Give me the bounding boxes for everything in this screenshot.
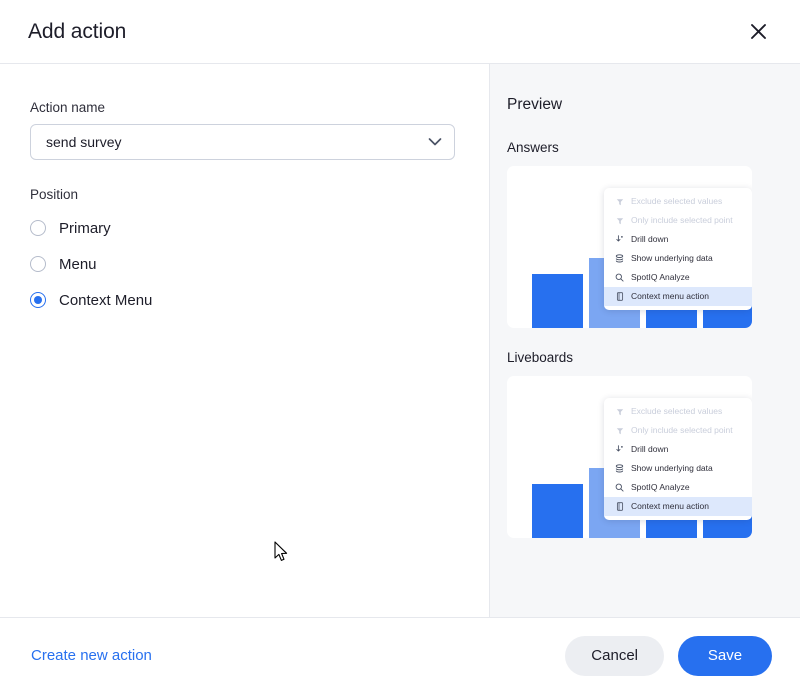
- preview-title: Preview: [507, 96, 800, 114]
- form-panel: Action name Position Primary Menu: [0, 64, 490, 617]
- footer-actions: Cancel Save: [565, 636, 772, 676]
- context-menu-item[interactable]: Show underlying data: [604, 459, 752, 478]
- preview-card-liveboards: Exclude selected values Only include sel…: [507, 376, 752, 538]
- radio-icon: [30, 220, 46, 236]
- filter-icon: [613, 198, 626, 206]
- context-menu-item[interactable]: Exclude selected values: [604, 402, 752, 421]
- drill-down-icon: [613, 235, 626, 244]
- context-menu-item[interactable]: Only include selected point: [604, 211, 752, 230]
- drill-down-icon: [613, 445, 626, 454]
- context-menu-item[interactable]: Exclude selected values: [604, 192, 752, 211]
- radio-option-menu[interactable]: Menu: [30, 249, 459, 279]
- radio-label: Context Menu: [59, 292, 152, 309]
- context-menu-item[interactable]: Drill down: [604, 230, 752, 249]
- context-menu-label: Show underlying data: [631, 254, 713, 263]
- context-menu-item[interactable]: SpotIQ Analyze: [604, 268, 752, 287]
- context-menu-item-active[interactable]: Context menu action: [604, 287, 752, 306]
- action-name-select[interactable]: [30, 124, 455, 160]
- position-group: Position Primary Menu Context Menu: [30, 187, 459, 315]
- close-icon: [750, 23, 767, 40]
- preview-section-label: Answers: [507, 140, 800, 155]
- page-title: Add action: [28, 20, 126, 44]
- document-icon: [613, 502, 626, 511]
- filter-icon: [613, 217, 626, 225]
- document-icon: [613, 292, 626, 301]
- filter-icon: [613, 408, 626, 416]
- radio-label: Primary: [59, 220, 111, 237]
- search-icon: [613, 273, 626, 282]
- context-menu-label: Drill down: [631, 445, 668, 454]
- context-menu-label: SpotIQ Analyze: [631, 273, 690, 282]
- radio-option-context-menu[interactable]: Context Menu: [30, 285, 459, 315]
- save-button[interactable]: Save: [678, 636, 772, 676]
- create-new-action-link[interactable]: Create new action: [31, 647, 152, 664]
- action-name-input[interactable]: [30, 124, 455, 160]
- preview-section-answers: Answers Exclude selected values: [507, 140, 800, 328]
- preview-section-label: Liveboards: [507, 350, 800, 365]
- context-menu-label: Only include selected point: [631, 426, 733, 435]
- context-menu-item-active[interactable]: Context menu action: [604, 497, 752, 516]
- chart-bar: [532, 484, 583, 538]
- context-menu-label: Exclude selected values: [631, 407, 722, 416]
- radio-label: Menu: [59, 256, 97, 273]
- context-menu-label: Exclude selected values: [631, 197, 722, 206]
- radio-icon-selected: [30, 292, 46, 308]
- context-menu-item[interactable]: Drill down: [604, 440, 752, 459]
- search-icon: [613, 483, 626, 492]
- preview-section-liveboards: Liveboards Exclude selected valu: [507, 350, 800, 538]
- context-menu: Exclude selected values Only include sel…: [604, 188, 752, 310]
- context-menu-item[interactable]: SpotIQ Analyze: [604, 478, 752, 497]
- action-name-label: Action name: [30, 100, 459, 115]
- dialog-header: Add action: [0, 0, 800, 64]
- close-button[interactable]: [742, 16, 774, 48]
- context-menu-label: Show underlying data: [631, 464, 713, 473]
- layers-icon: [613, 464, 626, 473]
- context-menu-label: Drill down: [631, 235, 668, 244]
- context-menu-label: Context menu action: [631, 502, 709, 511]
- dialog-footer: Create new action Cancel Save: [0, 617, 800, 693]
- add-action-dialog: Add action Action name Pos: [0, 0, 800, 693]
- position-label: Position: [30, 187, 459, 202]
- preview-card-answers: Exclude selected values Only include sel…: [507, 166, 752, 328]
- filter-icon: [613, 427, 626, 435]
- context-menu-label: Only include selected point: [631, 216, 733, 225]
- context-menu-label: Context menu action: [631, 292, 709, 301]
- context-menu: Exclude selected values Only include sel…: [604, 398, 752, 520]
- context-menu-item[interactable]: Show underlying data: [604, 249, 752, 268]
- radio-icon: [30, 256, 46, 272]
- context-menu-item[interactable]: Only include selected point: [604, 421, 752, 440]
- dialog-body: Action name Position Primary Menu: [0, 64, 800, 617]
- cancel-button[interactable]: Cancel: [565, 636, 664, 676]
- chart-bar: [532, 274, 583, 328]
- radio-option-primary[interactable]: Primary: [30, 213, 459, 243]
- layers-icon: [613, 254, 626, 263]
- context-menu-label: SpotIQ Analyze: [631, 483, 690, 492]
- preview-panel: Preview Answers: [490, 64, 800, 617]
